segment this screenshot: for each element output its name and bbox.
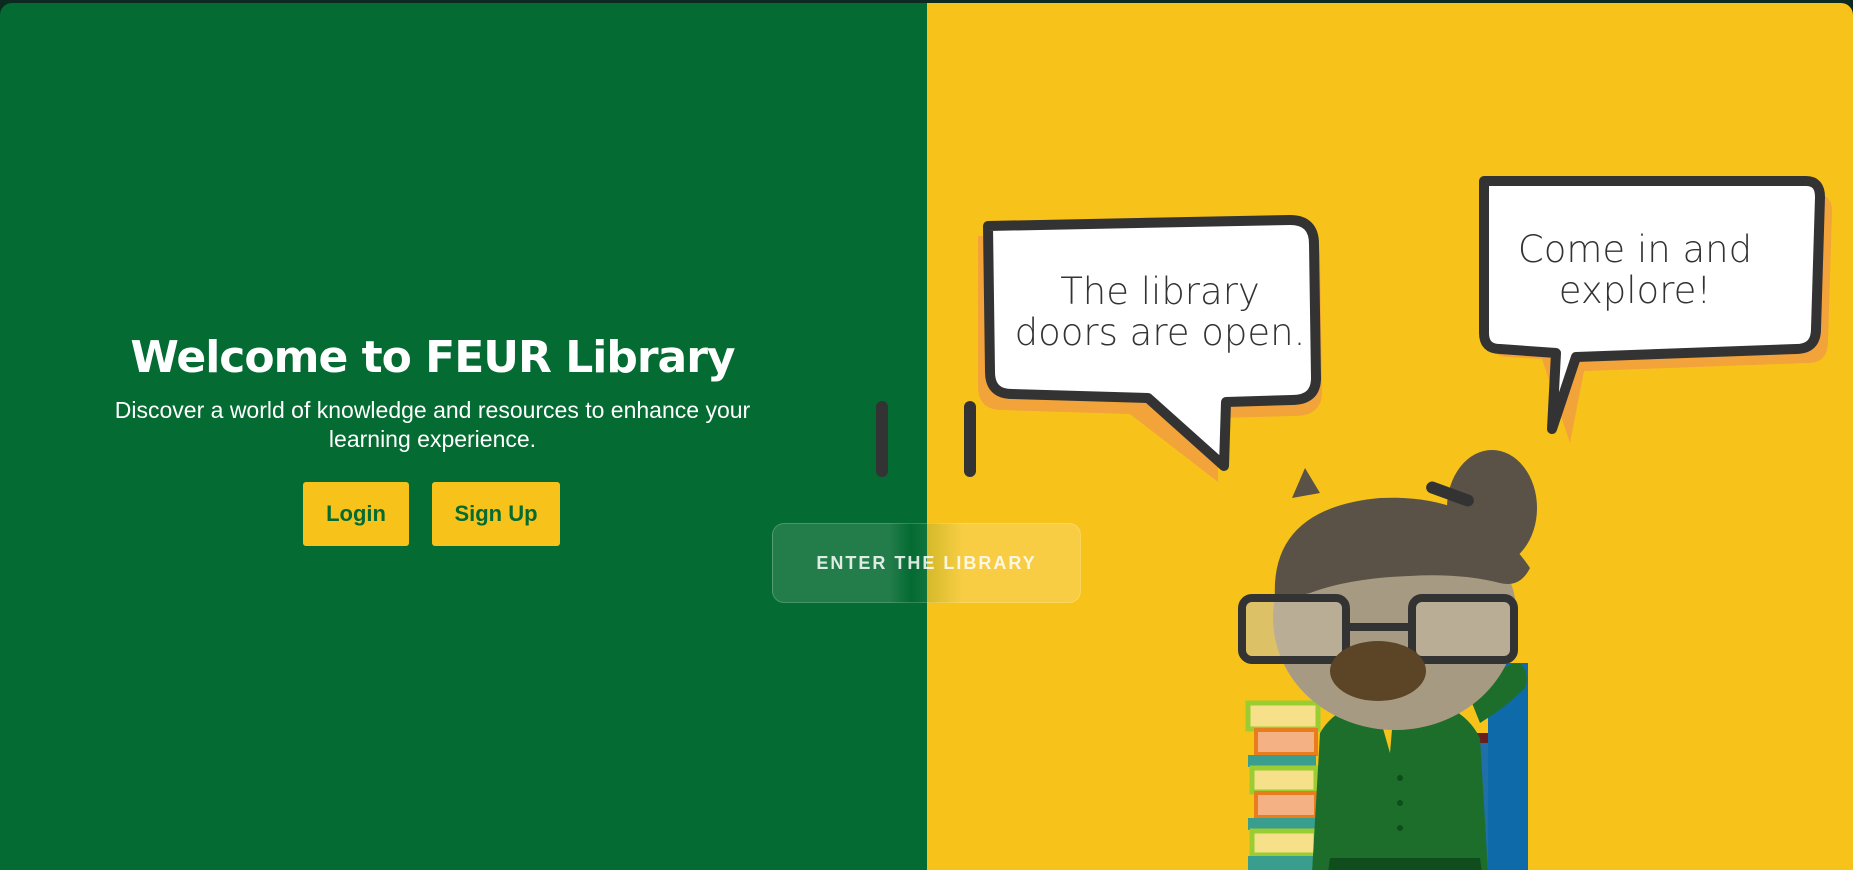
door-handle-left	[876, 401, 888, 477]
book-stack-icon	[1245, 700, 1321, 870]
speech-bubble-1-text: The library doors are open.	[1014, 270, 1306, 354]
speech-bubble-2-text: Come in and explore!	[1517, 228, 1753, 312]
librarian-mascot-illustration	[1238, 450, 1537, 870]
auth-buttons: Login Sign Up	[303, 482, 560, 546]
welcome-section: Welcome to FEUR Library Discover a world…	[60, 328, 805, 454]
page-title: Welcome to FEUR Library	[130, 332, 735, 383]
page-subtitle: Discover a world of knowledge and resour…	[114, 397, 751, 452]
login-button[interactable]: Login	[303, 482, 409, 546]
signup-button[interactable]: Sign Up	[432, 482, 560, 546]
enter-library-button[interactable]: ENTER THE LIBRARY	[772, 523, 1081, 603]
landing-stage: Welcome to FEUR Library Discover a world…	[0, 3, 1853, 870]
